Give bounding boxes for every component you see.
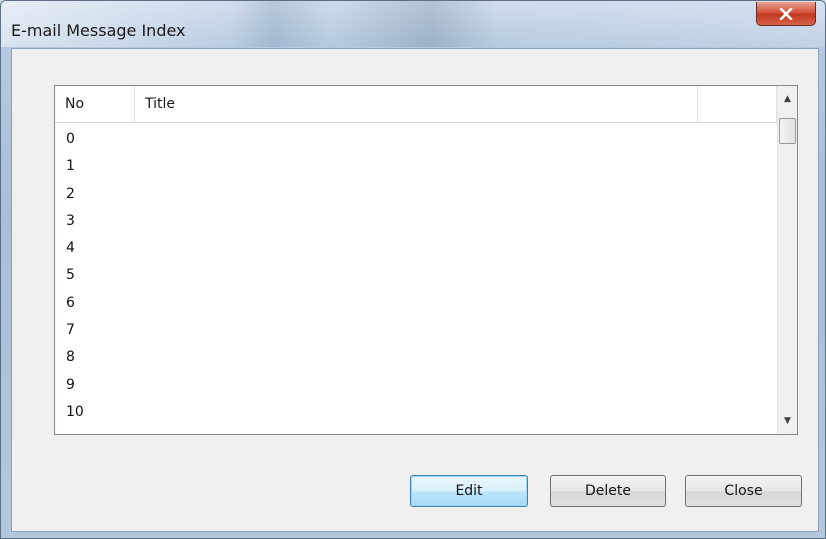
list-item[interactable]: 10: [55, 399, 777, 426]
list-item-no: 8: [66, 349, 75, 366]
column-header-empty[interactable]: [698, 86, 777, 122]
edit-button[interactable]: Edit: [410, 475, 528, 507]
list-item-no: 1: [66, 158, 75, 175]
close-icon: [779, 7, 793, 20]
scrollbar-thumb[interactable]: [779, 118, 796, 144]
list-item[interactable]: 8: [55, 344, 777, 371]
window-title: E-mail Message Index: [11, 21, 186, 40]
column-header-no[interactable]: No: [55, 86, 135, 122]
column-header-title[interactable]: Title: [135, 86, 698, 122]
dialog-window: E-mail Message Index No Title 0 1 2 3 4 5 6 7 8 9…: [0, 0, 826, 539]
list-item[interactable]: 1: [55, 153, 777, 180]
list-item-no: 2: [66, 185, 75, 202]
list-item-no: 5: [66, 267, 75, 284]
list-item[interactable]: 2: [55, 181, 777, 208]
list-item-no: 7: [66, 322, 75, 339]
scroll-down-arrow-icon[interactable]: ▼: [778, 412, 797, 430]
dialog-client-area: No Title 0 1 2 3 4 5 6 7 8 9 10 ▲ ▼ Edit Delete Cl…: [11, 48, 819, 532]
list-item-no: 3: [66, 212, 75, 229]
list-item-no: 10: [66, 403, 84, 420]
list-item[interactable]: 4: [55, 235, 777, 262]
list-item[interactable]: 3: [55, 208, 777, 235]
list-item-no: 9: [66, 376, 75, 393]
vertical-scrollbar[interactable]: ▲ ▼: [777, 86, 797, 434]
close-button[interactable]: Close: [685, 475, 802, 507]
title-bar[interactable]: E-mail Message Index: [1, 1, 825, 47]
list-header: No Title: [55, 86, 777, 123]
list-item[interactable]: 7: [55, 317, 777, 344]
list-item[interactable]: 5: [55, 262, 777, 289]
scroll-up-arrow-icon[interactable]: ▲: [778, 90, 797, 108]
delete-button[interactable]: Delete: [550, 475, 666, 507]
list-item-no: 4: [66, 240, 75, 257]
window-close-button[interactable]: [756, 2, 816, 26]
message-list[interactable]: No Title 0 1 2 3 4 5 6 7 8 9 10 ▲ ▼: [54, 85, 798, 435]
list-item-no: 0: [66, 131, 75, 147]
list-item[interactable]: 6: [55, 290, 777, 317]
list-rows: 0 1 2 3 4 5 6 7 8 9 10: [55, 126, 777, 426]
list-item-no: 6: [66, 294, 75, 311]
list-item[interactable]: 0: [55, 126, 777, 153]
list-item[interactable]: 9: [55, 372, 777, 399]
